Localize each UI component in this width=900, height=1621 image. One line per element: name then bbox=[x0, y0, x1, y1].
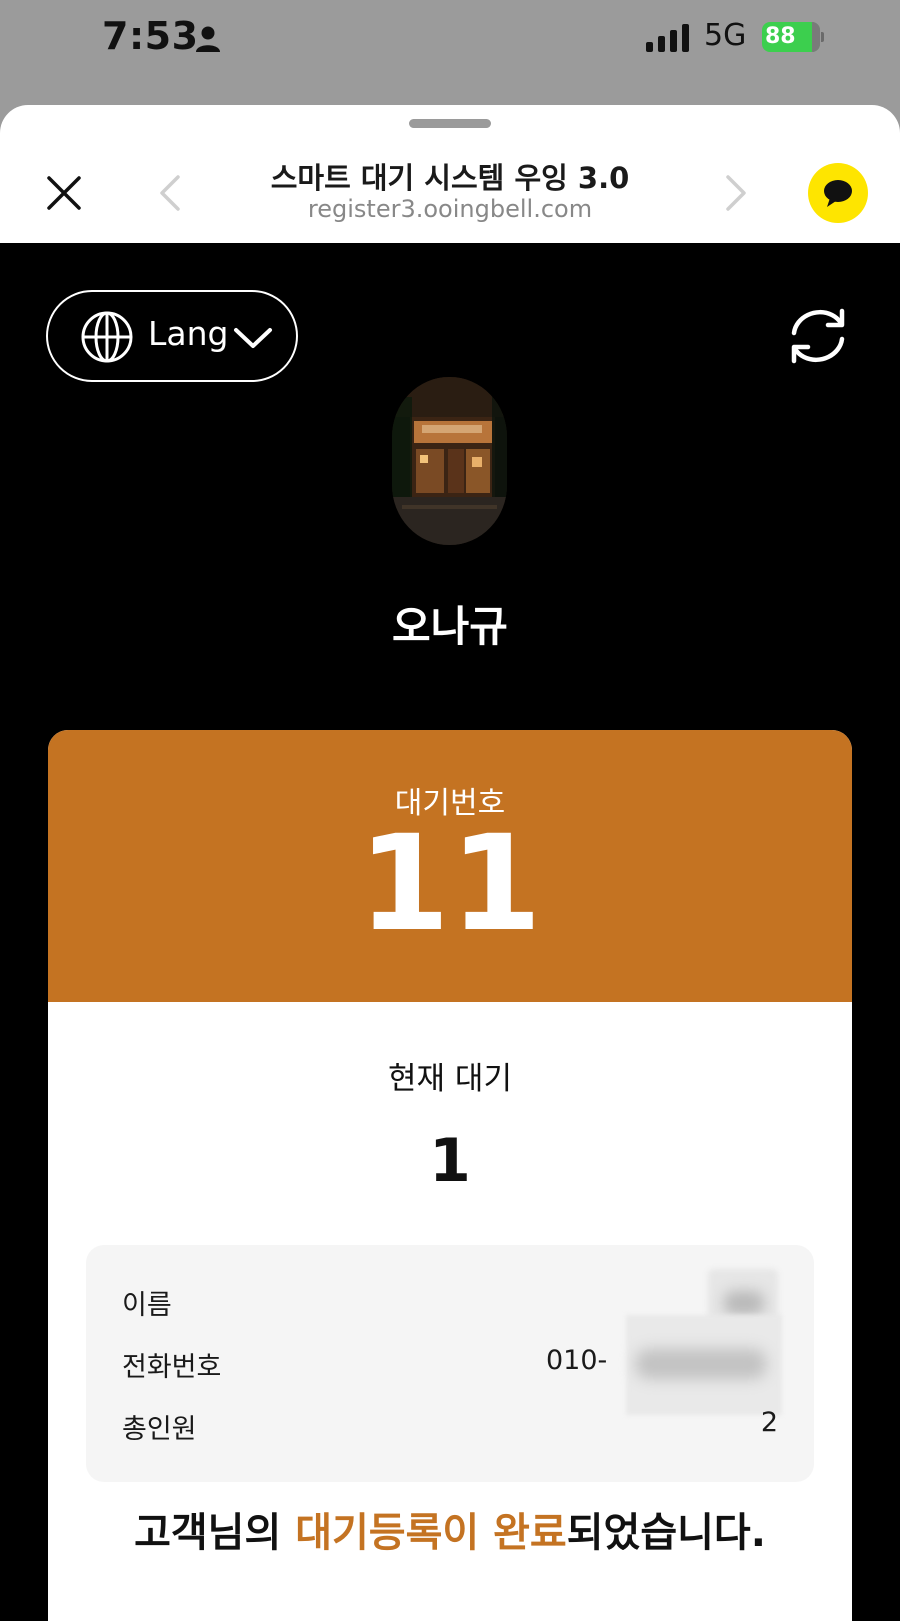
waiting-card: 대기번호 11 현재 대기 1 이름 전화번호 010- 총인원 2 고객님의 … bbox=[48, 730, 852, 1621]
registration-complete-message: 고객님의 대기등록이 완료되었습니다. bbox=[48, 1500, 852, 1558]
kakao-chat-button[interactable] bbox=[808, 163, 868, 223]
phone-value: 010- bbox=[528, 1315, 782, 1415]
close-button[interactable] bbox=[40, 169, 88, 217]
phone-prefix: 010- bbox=[546, 1345, 608, 1376]
info-row-phone: 전화번호 010- bbox=[122, 1315, 782, 1415]
forward-icon[interactable] bbox=[716, 169, 756, 217]
done-message-pre: 고객님의 bbox=[134, 1510, 296, 1556]
wait-number: 11 bbox=[358, 807, 542, 961]
person-icon bbox=[196, 26, 220, 52]
globe-icon bbox=[81, 311, 133, 363]
kakao-chat-icon bbox=[824, 180, 852, 207]
party-size-label: 총인원 bbox=[122, 1414, 197, 1445]
back-icon[interactable] bbox=[150, 169, 190, 217]
chevron-down-icon bbox=[234, 328, 272, 348]
sheet-grabber[interactable] bbox=[409, 119, 491, 128]
page-title: 스마트 대기 시스템 우잉 3.0 bbox=[270, 161, 630, 195]
refresh-icon[interactable] bbox=[786, 305, 850, 367]
wait-number-panel: 대기번호 11 bbox=[48, 730, 852, 1002]
battery-icon: 88 bbox=[762, 22, 824, 52]
done-message-highlight: 대기등록이 완료 bbox=[295, 1510, 567, 1556]
phone-value-redacted bbox=[626, 1315, 782, 1415]
store-photo bbox=[392, 377, 507, 545]
phone-label: 전화번호 bbox=[122, 1352, 222, 1383]
waiting-page: Lang 오나규 대기번호 11 현재 대기 1 이름 전화번호 010- 총인… bbox=[0, 243, 900, 1621]
info-row-party: 총인원 2 bbox=[122, 1407, 778, 1447]
language-label: Lang bbox=[148, 314, 229, 353]
current-wait-label: 현재 대기 bbox=[388, 1061, 512, 1097]
customer-info-box: 이름 전화번호 010- 총인원 2 bbox=[86, 1245, 814, 1482]
store-name: 오나규 bbox=[392, 602, 508, 651]
language-selector[interactable]: Lang bbox=[46, 290, 298, 382]
battery-percent: 88 bbox=[765, 24, 796, 49]
network-type: 5G bbox=[704, 18, 747, 53]
page-url: register3.ooingbell.com bbox=[307, 195, 593, 223]
close-icon bbox=[47, 176, 81, 210]
browser-sheet: 스마트 대기 시스템 우잉 3.0 register3.ooingbell.co… bbox=[0, 105, 900, 1621]
status-bar: 7:53 5G 88 bbox=[0, 0, 900, 105]
status-time: 7:53 bbox=[102, 14, 199, 58]
party-size-value: 2 bbox=[760, 1407, 778, 1438]
current-wait-count: 1 bbox=[429, 1126, 471, 1196]
signal-icon bbox=[646, 24, 689, 52]
name-label: 이름 bbox=[122, 1290, 172, 1321]
done-message-post: 되었습니다. bbox=[566, 1510, 766, 1556]
